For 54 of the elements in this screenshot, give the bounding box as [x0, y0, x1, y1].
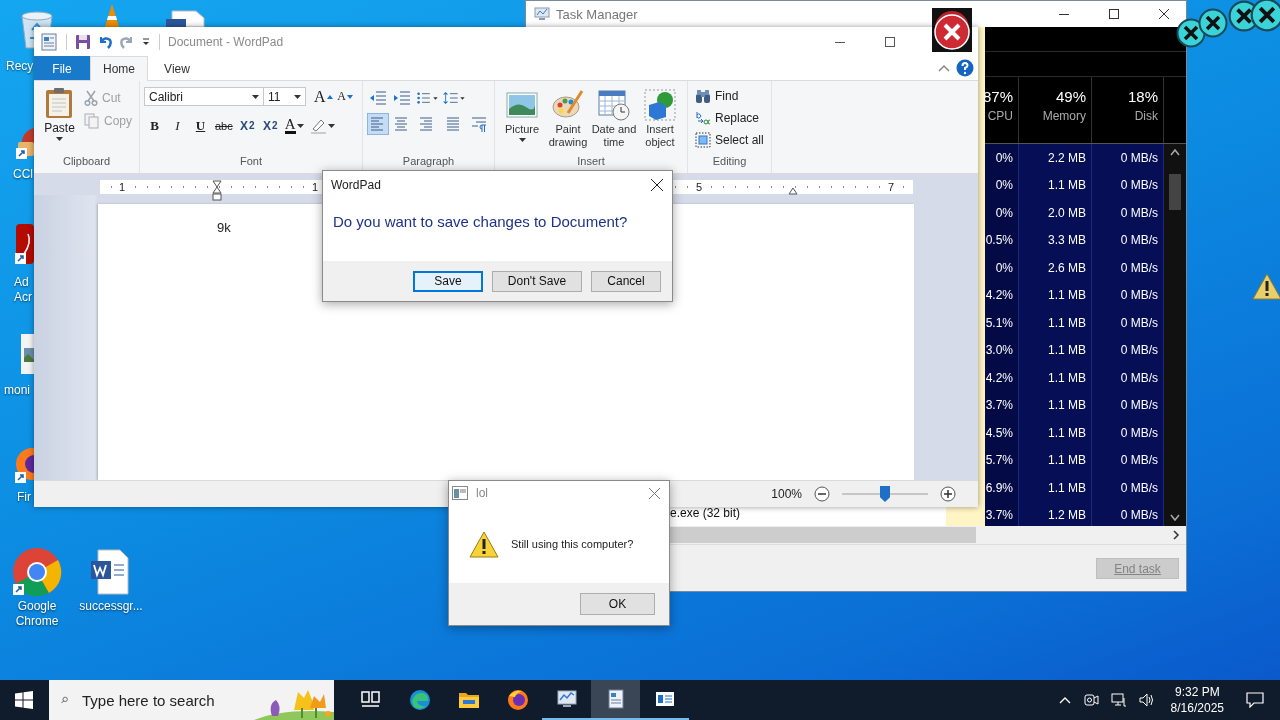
desktop-icon-label: Google Chrome [14, 599, 60, 629]
process-name: e.exe (32 bit) [670, 506, 741, 520]
table-cell: 4.2% [985, 364, 1019, 392]
desktop-icon-label: moni [4, 383, 31, 398]
table-cell: 4.2% [985, 281, 1019, 309]
table-cell: 3.3 MB [1019, 226, 1092, 254]
zoom-level: 100% [771, 487, 802, 501]
table-cell: 0.5% [985, 226, 1019, 254]
table-cell: 4.5% [985, 419, 1019, 447]
group-label: Editing [711, 155, 748, 169]
table-cell: 5.7% [985, 446, 1019, 474]
dialog-message: Still using this computer? [511, 538, 634, 550]
table-cell: 1.1 MB [1019, 171, 1092, 199]
ruler-number: 1 [311, 180, 320, 194]
table-cell: 1.1 MB [1019, 391, 1092, 419]
group-label: Font [239, 155, 263, 169]
dialog-title: WordPad [331, 178, 381, 192]
usage-percent: 49% [1055, 87, 1086, 107]
table-cell: 2.0 MB [1019, 199, 1092, 227]
usage-percent: 18% [1127, 87, 1158, 107]
table-cell: 2.2 MB [1019, 144, 1092, 172]
desktop-icon-label: Ad Acr [14, 275, 33, 305]
table-cell: 6.9% [985, 474, 1019, 502]
table-cell: 5.1% [985, 309, 1019, 337]
desktop-icon-label: CCl [13, 167, 34, 182]
table-cell: 1.1 MB [1019, 309, 1092, 337]
table-cell: 1.1 MB [1019, 446, 1092, 474]
ruler-number: 5 [695, 180, 704, 194]
table-cell: 1.1 MB [1019, 474, 1092, 502]
window-title: Document - WordPad [168, 34, 284, 49]
table-cell: 1.1 MB [1019, 419, 1092, 447]
table-cell: 0% [985, 254, 1019, 282]
group-label: Insert [576, 155, 606, 169]
ruler-number: 7 [887, 180, 896, 194]
table-cell: 1.1 MB [1019, 364, 1092, 392]
table-cell: 0% [985, 199, 1019, 227]
window-title: Task Manager [556, 6, 638, 22]
desktop-icon-label: successgr... [78, 599, 144, 614]
desktop-icon-label: Recy [6, 59, 34, 74]
table-cell: 0% [985, 144, 1019, 172]
ruler-number: 1 [118, 180, 127, 194]
group-label: Clipboard [61, 155, 112, 169]
dialog-title: lol [476, 486, 488, 500]
table-cell: 3.7% [985, 391, 1019, 419]
table-cell: 1.1 MB [1019, 336, 1092, 364]
table-cell: 3.0% [985, 336, 1019, 364]
group-label: Paragraph [401, 155, 456, 169]
table-cell: 0% [985, 171, 1019, 199]
desktop-icon-label: Fir [17, 490, 32, 505]
table-cell: 3.7% [985, 501, 1019, 526]
table-cell: 1.1 MB [1019, 281, 1092, 309]
document-text: 9k [217, 220, 231, 235]
dialog-message: Do you want to save changes to Document? [333, 213, 628, 230]
table-cell: 2.6 MB [1019, 254, 1092, 282]
